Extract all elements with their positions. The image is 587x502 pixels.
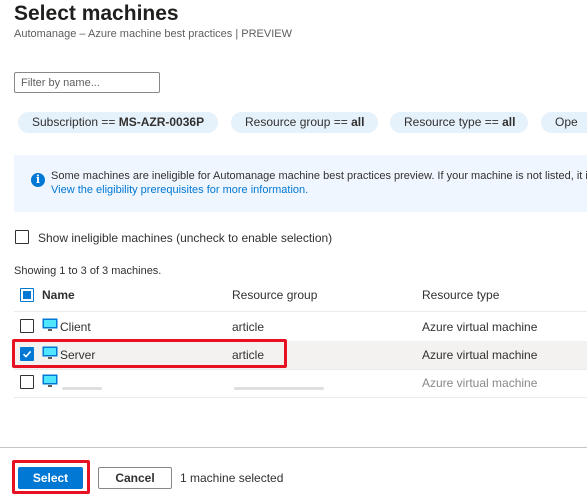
virtual-machine-icon — [42, 346, 58, 359]
select-all-partial-indicator — [23, 291, 31, 299]
machine-name: Server — [60, 348, 96, 362]
table-row[interactable]: Azure virtual machine — [14, 369, 587, 398]
info-message: Some machines are ineligible for Automan… — [51, 170, 587, 182]
selected-count-text: 1 machine selected — [180, 471, 284, 485]
redacted-name — [62, 387, 102, 390]
select-button[interactable]: Select — [18, 467, 83, 489]
resource-type-cell: Azure virtual machine — [422, 320, 538, 334]
resource-group-cell: article — [232, 320, 265, 334]
subscription-filter-key: Subscription == — [32, 115, 119, 129]
operating-system-filter-pill[interactable]: Ope — [541, 112, 587, 133]
machine-name: Client — [60, 320, 91, 334]
redacted-resource-group — [234, 387, 324, 390]
show-ineligible-label[interactable]: Show ineligible machines (uncheck to ena… — [38, 231, 332, 245]
resource-group-filter-key: Resource group == — [245, 115, 352, 129]
select-all-checkbox[interactable] — [20, 288, 34, 302]
resource-type-filter-pill[interactable]: Resource type == all — [390, 112, 528, 133]
page-subtitle: Automanage – Azure machine best practice… — [14, 28, 292, 40]
eligibility-prerequisites-link[interactable]: View the eligibility prerequisites for m… — [51, 184, 308, 196]
virtual-machine-icon — [42, 374, 58, 387]
operating-system-filter-key: Ope — [555, 115, 578, 129]
header-divider — [14, 311, 587, 312]
checkmark-icon — [22, 350, 32, 358]
resource-type-filter-value: all — [502, 115, 516, 129]
row-checkbox[interactable] — [20, 319, 34, 333]
column-header-resource-type[interactable]: Resource type — [422, 288, 499, 302]
resource-type-cell: Azure virtual machine — [422, 348, 538, 362]
column-header-resource-group[interactable]: Resource group — [232, 288, 317, 302]
show-ineligible-checkbox[interactable] — [15, 230, 29, 244]
subscription-filter-pill[interactable]: Subscription == MS-AZR-0036P — [18, 112, 218, 133]
info-icon: i — [31, 173, 45, 187]
footer-divider — [0, 447, 587, 448]
resource-group-filter-value: all — [351, 115, 365, 129]
table-row[interactable]: Server article Azure virtual machine — [14, 341, 587, 370]
column-header-name[interactable]: Name — [42, 288, 75, 302]
eligibility-info-bar: i Some machines are ineligible for Autom… — [14, 155, 587, 212]
filter-by-name-input[interactable] — [14, 72, 160, 93]
resource-type-filter-key: Resource type == — [404, 115, 503, 129]
page-title: Select machines — [14, 2, 179, 25]
cancel-button[interactable]: Cancel — [98, 467, 172, 489]
virtual-machine-icon — [42, 318, 58, 331]
table-row[interactable]: Client article Azure virtual machine — [14, 313, 587, 342]
row-checkbox[interactable] — [20, 375, 34, 389]
resource-group-cell: article — [232, 348, 265, 362]
row-checkbox[interactable] — [20, 347, 34, 361]
resource-group-filter-pill[interactable]: Resource group == all — [231, 112, 378, 133]
resource-type-cell: Azure virtual machine — [422, 376, 538, 390]
subscription-filter-value: MS-AZR-0036P — [118, 115, 205, 129]
showing-count-text: Showing 1 to 3 of 3 machines. — [14, 265, 162, 277]
